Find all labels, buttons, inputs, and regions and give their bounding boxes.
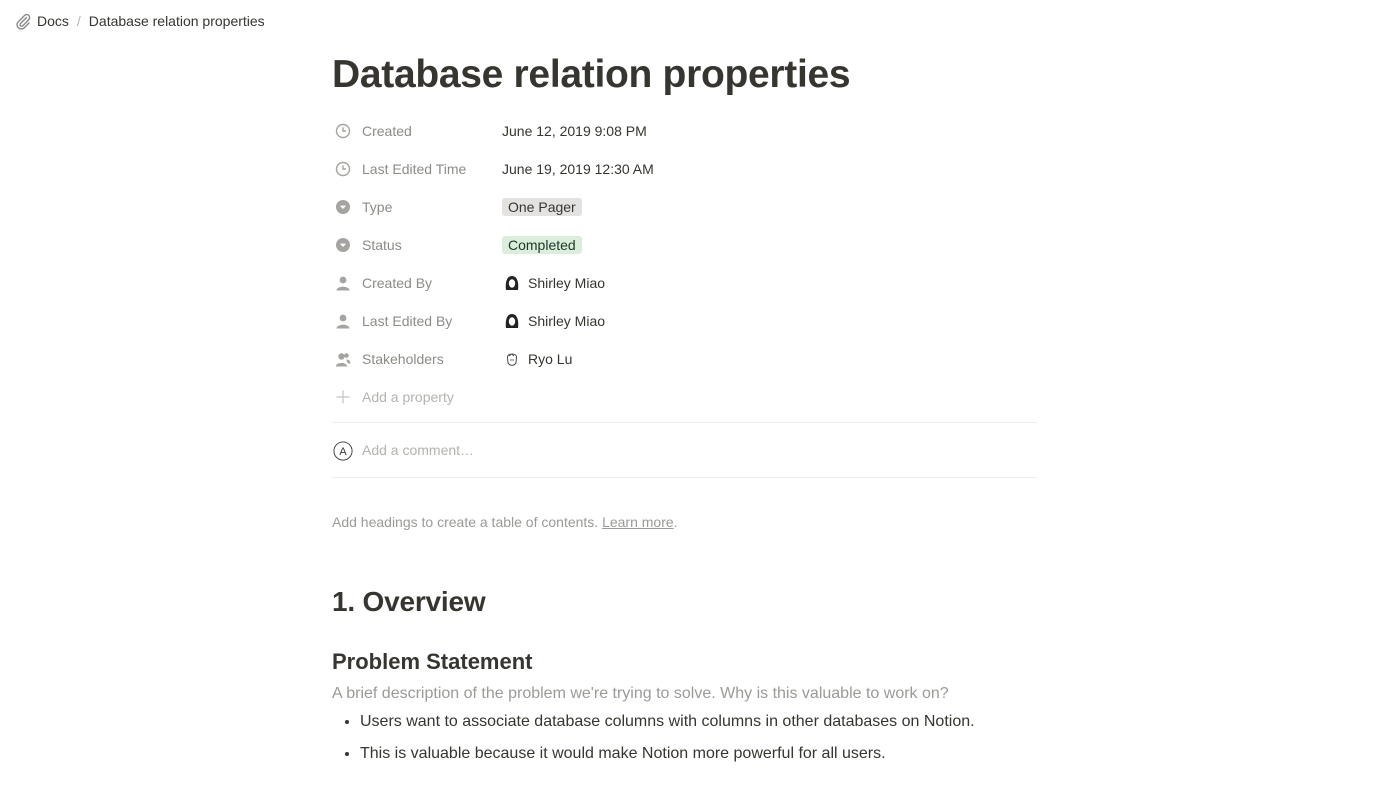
property-row-created[interactable]: Created June 12, 2019 9:08 PM bbox=[332, 112, 1037, 150]
property-row-last-edited-by[interactable]: Last Edited By Shirley Miao bbox=[332, 302, 1037, 340]
heading-overview[interactable]: 1. Overview bbox=[332, 584, 1037, 620]
learn-more-link[interactable]: Learn more bbox=[602, 514, 674, 530]
avatar bbox=[502, 273, 522, 293]
property-row-last-edited-time[interactable]: Last Edited Time June 19, 2019 12:30 AM bbox=[332, 150, 1037, 188]
user-initial-avatar-icon: A bbox=[333, 440, 353, 461]
property-value[interactable]: June 12, 2019 9:08 PM bbox=[502, 123, 647, 139]
clock-icon bbox=[334, 160, 352, 178]
property-row-stakeholders[interactable]: Stakeholders Ryo Lu bbox=[332, 340, 1037, 378]
person-icon bbox=[334, 312, 352, 330]
person-icon bbox=[334, 274, 352, 292]
property-key[interactable]: Created By bbox=[332, 274, 502, 292]
property-value[interactable]: Shirley Miao bbox=[502, 311, 605, 331]
bullet-list: Users want to associate database columns… bbox=[332, 710, 1037, 766]
page-content: Database relation properties Created Jun… bbox=[332, 50, 1037, 774]
divider bbox=[332, 477, 1037, 478]
comment-placeholder: Add a comment… bbox=[362, 442, 475, 458]
add-property-button[interactable]: Add a property bbox=[332, 378, 1037, 416]
avatar bbox=[502, 349, 522, 369]
property-value[interactable]: June 19, 2019 12:30 AM bbox=[502, 161, 654, 177]
property-key[interactable]: Last Edited By bbox=[332, 312, 502, 330]
comment-input[interactable]: A Add a comment… bbox=[332, 423, 1037, 477]
breadcrumb-parent[interactable]: Docs bbox=[37, 13, 69, 29]
table-of-contents-hint: Add headings to create a table of conten… bbox=[332, 514, 678, 530]
svg-text:A: A bbox=[339, 446, 347, 458]
property-list: Created June 12, 2019 9:08 PM Last Edite… bbox=[332, 112, 1037, 416]
clock-icon bbox=[334, 122, 352, 140]
people-icon bbox=[334, 350, 352, 368]
list-item[interactable]: Users want to associate database columns… bbox=[360, 710, 1037, 734]
type-tag: One Pager bbox=[502, 198, 582, 216]
property-key[interactable]: Type bbox=[332, 198, 502, 216]
paperclip-icon bbox=[14, 12, 32, 30]
select-icon bbox=[334, 198, 352, 216]
property-value[interactable]: Shirley Miao bbox=[502, 273, 605, 293]
property-row-created-by[interactable]: Created By Shirley Miao bbox=[332, 264, 1037, 302]
property-row-type[interactable]: Type One Pager bbox=[332, 188, 1037, 226]
list-item[interactable]: This is valuable because it would make N… bbox=[360, 742, 1037, 766]
property-key[interactable]: Created bbox=[332, 122, 502, 140]
select-icon bbox=[334, 236, 352, 254]
status-tag: Completed bbox=[502, 236, 582, 254]
property-key[interactable]: Stakeholders bbox=[332, 350, 502, 368]
breadcrumb-current[interactable]: Database relation properties bbox=[89, 13, 265, 29]
plus-icon bbox=[334, 388, 352, 406]
property-value[interactable]: One Pager bbox=[502, 198, 582, 216]
avatar bbox=[502, 311, 522, 331]
breadcrumb-separator: / bbox=[76, 13, 81, 29]
property-key[interactable]: Last Edited Time bbox=[332, 160, 502, 178]
breadcrumb: Docs / Database relation properties bbox=[14, 11, 265, 31]
property-value[interactable]: Ryo Lu bbox=[502, 349, 572, 369]
problem-description[interactable]: A brief description of the problem we're… bbox=[332, 682, 1037, 706]
property-row-status[interactable]: Status Completed bbox=[332, 226, 1037, 264]
page-title[interactable]: Database relation properties bbox=[332, 50, 1037, 100]
property-value[interactable]: Completed bbox=[502, 236, 582, 254]
heading-problem-statement[interactable]: Problem Statement bbox=[332, 647, 1037, 677]
property-key[interactable]: Status bbox=[332, 236, 502, 254]
